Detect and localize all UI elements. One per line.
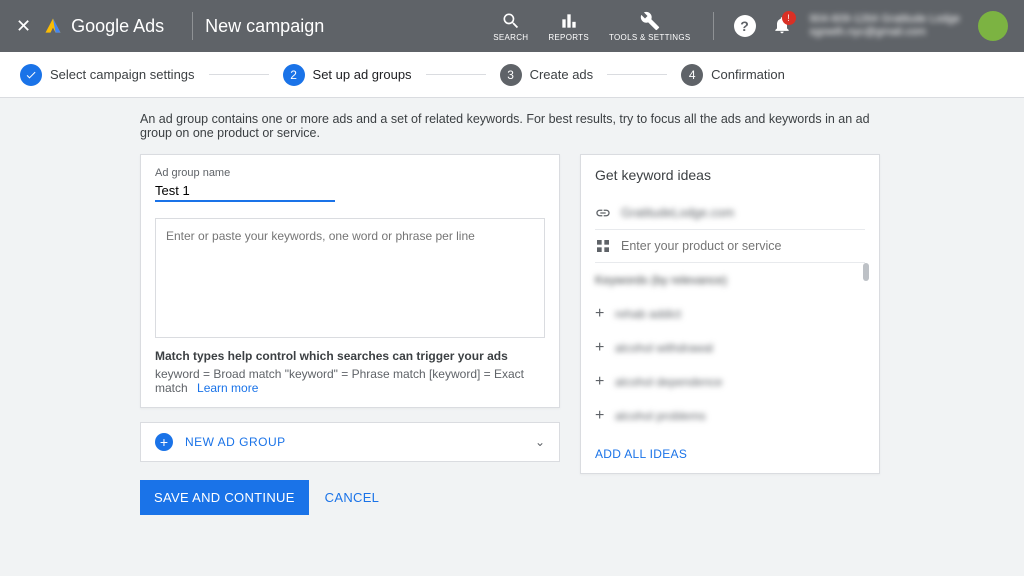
brand-text: Google Ads <box>71 16 164 37</box>
close-icon[interactable]: ✕ <box>16 16 31 37</box>
keyword-suggestion[interactable]: +alcohol problems <box>595 399 865 433</box>
keyword-suggestion[interactable]: +alcohol withdrawal <box>595 331 865 365</box>
add-all-ideas-button[interactable]: ADD ALL IDEAS <box>595 447 865 461</box>
grid-icon <box>595 238 611 254</box>
keyword-ideas-panel: Get keyword ideas GratitudeLodge.com Key… <box>580 154 880 474</box>
ad-group-name-input[interactable] <box>155 181 335 202</box>
google-ads-logo-icon <box>43 16 63 36</box>
plus-icon: + <box>595 407 615 425</box>
tools-settings-tool[interactable]: TOOLS & SETTINGS <box>609 11 691 42</box>
plus-icon: + <box>595 339 615 357</box>
match-types-hint: Match types help control which searches … <box>155 349 545 395</box>
link-icon <box>595 205 611 221</box>
app-header: ✕ Google Ads New campaign SEARCH REPORTS… <box>0 0 1024 52</box>
cancel-button[interactable]: CANCEL <box>325 490 380 505</box>
notification-badge: ! <box>782 11 796 25</box>
wrench-icon <box>640 11 660 31</box>
plus-icon: + <box>595 373 615 391</box>
page-title: New campaign <box>205 16 324 37</box>
action-bar: SAVE AND CONTINUE CANCEL <box>140 480 560 515</box>
check-icon <box>20 64 42 86</box>
step-confirmation[interactable]: 4 Confirmation <box>681 64 785 86</box>
product-row[interactable] <box>595 230 865 263</box>
product-input[interactable] <box>621 239 865 253</box>
plus-icon: + <box>155 433 173 451</box>
save-continue-button[interactable]: SAVE AND CONTINUE <box>140 480 309 515</box>
search-icon <box>501 11 521 31</box>
ad-group-panel: Ad group name Match types help control w… <box>140 154 560 408</box>
divider <box>192 12 193 40</box>
avatar[interactable] <box>978 11 1008 41</box>
help-icon[interactable]: ? <box>734 15 756 37</box>
step-create-ads[interactable]: 3 Create ads <box>500 64 594 86</box>
main-content: An ad group contains one or more ads and… <box>0 98 1024 576</box>
keyword-suggestions-list: Keywords (by relevance) +rehab addict +a… <box>595 263 865 433</box>
keyword-suggestion[interactable]: +alcohol dependence <box>595 365 865 399</box>
keyword-ideas-title: Get keyword ideas <box>595 167 865 183</box>
keyword-suggestion[interactable]: +rehab addict <box>595 297 865 331</box>
ad-group-name-label: Ad group name <box>155 167 545 179</box>
step-ad-groups[interactable]: 2 Set up ad groups <box>283 64 412 86</box>
divider <box>713 12 714 40</box>
search-tool[interactable]: SEARCH <box>493 11 528 42</box>
notifications-icon[interactable]: ! <box>772 15 792 38</box>
reports-tool[interactable]: REPORTS <box>548 11 589 42</box>
reports-icon <box>559 11 579 31</box>
chevron-down-icon: ⌄ <box>535 435 545 449</box>
stepper: Select campaign settings 2 Set up ad gro… <box>0 52 1024 98</box>
plus-icon: + <box>595 305 615 323</box>
account-info[interactable]: 904-609-1264 Gratitude Lodge sgowth.nyc@… <box>810 13 960 39</box>
keywords-textarea[interactable] <box>155 218 545 338</box>
intro-text: An ad group contains one or more ads and… <box>140 112 884 140</box>
learn-more-link[interactable]: Learn more <box>197 381 258 395</box>
step-campaign-settings[interactable]: Select campaign settings <box>20 64 195 86</box>
url-row[interactable]: GratitudeLodge.com <box>595 197 865 230</box>
new-ad-group-button[interactable]: + NEW AD GROUP ⌄ <box>140 422 560 462</box>
